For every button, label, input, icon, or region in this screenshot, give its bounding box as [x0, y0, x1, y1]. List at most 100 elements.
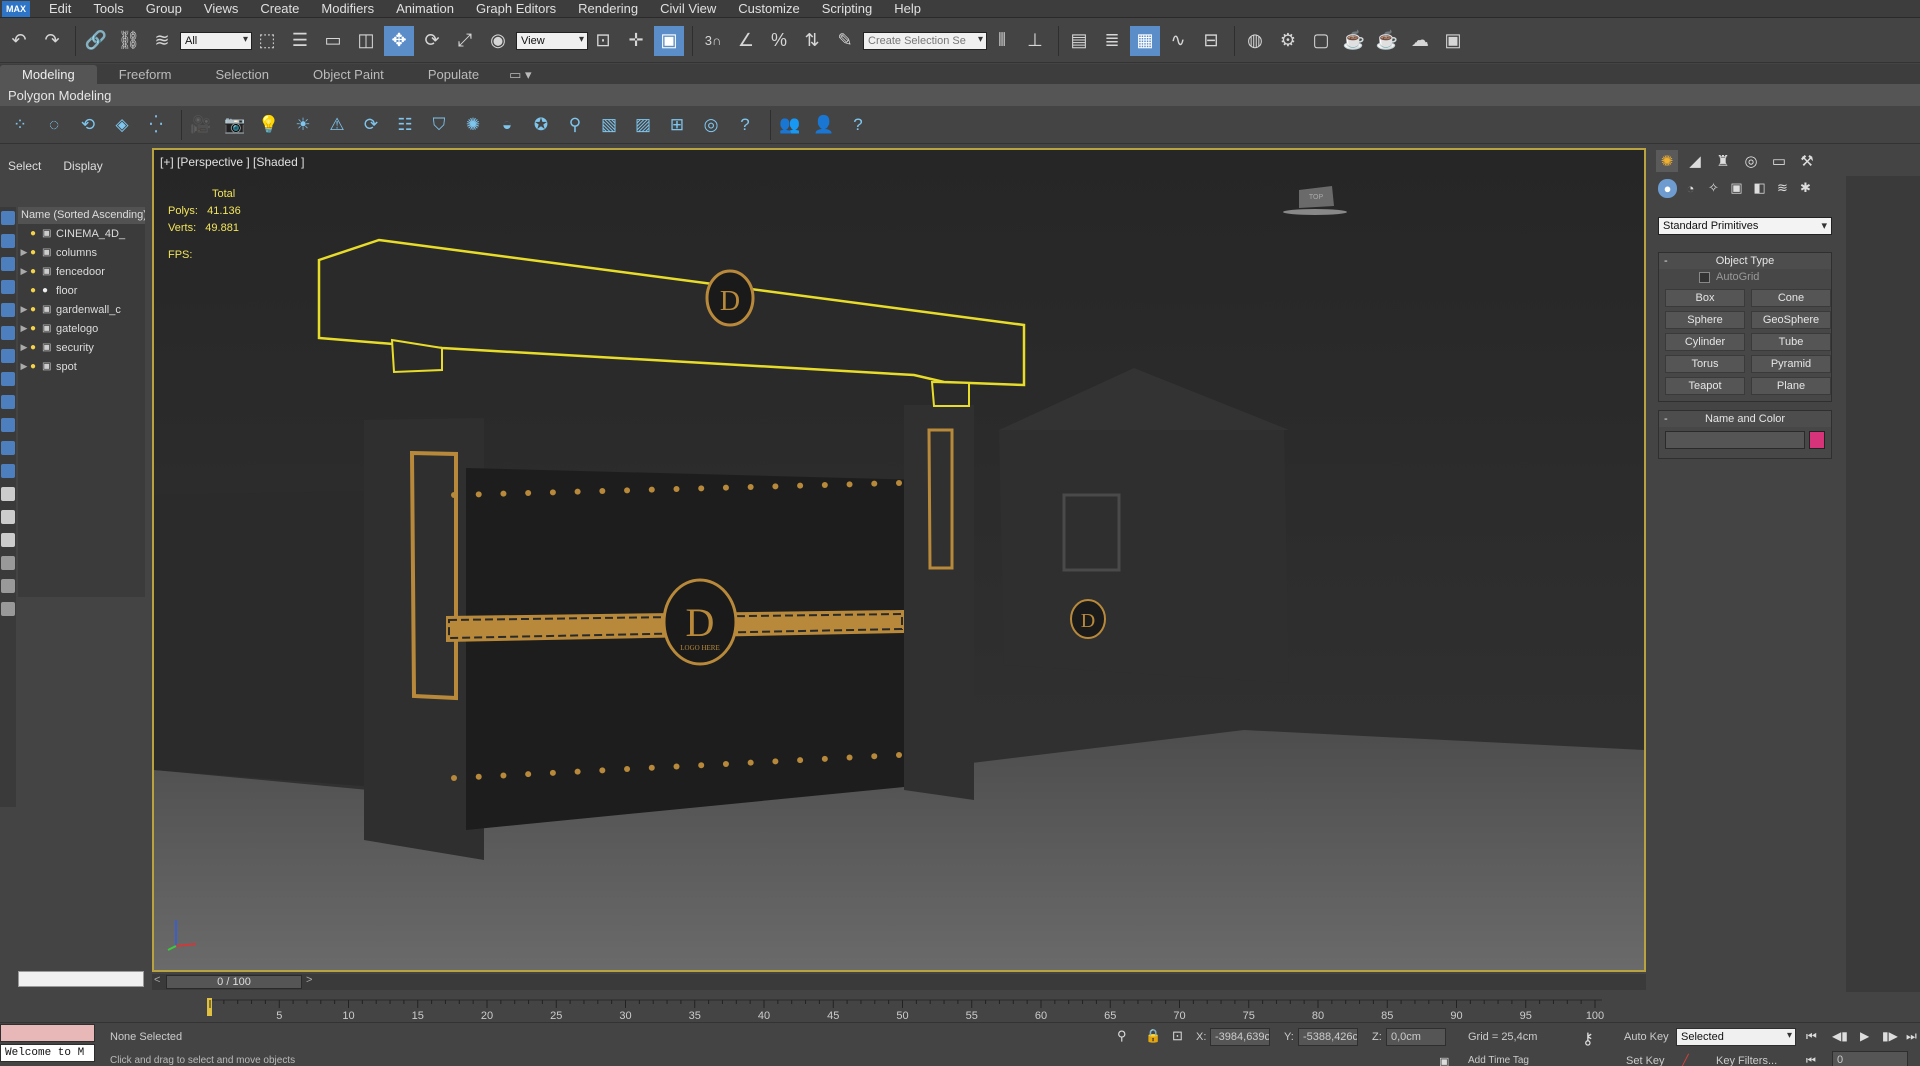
time-tag-icon[interactable]: ▣	[1439, 1055, 1449, 1066]
modify-tab-icon[interactable]: ◢	[1684, 150, 1706, 172]
filter-shapes-icon[interactable]	[1, 234, 15, 248]
paint-select-icon[interactable]: ◈	[108, 111, 136, 139]
display-tab-icon[interactable]: ▭	[1768, 150, 1790, 172]
spot-light-icon[interactable]: ⚠	[323, 111, 351, 139]
lasso-icon[interactable]: ⟲	[74, 111, 102, 139]
key-selection-dropdown[interactable]: Selected	[1676, 1028, 1796, 1046]
tab-freeform[interactable]: Freeform	[97, 65, 194, 84]
toggle-ribbon-icon[interactable]: ▦	[1130, 25, 1160, 56]
key-filters-button[interactable]: Key Filters...	[1716, 1055, 1777, 1066]
perspective-viewport[interactable]: D LOGO HERE D D TOP [+] [Perspective ] […	[152, 148, 1646, 972]
cameras-icon[interactable]: ▣	[1727, 179, 1746, 198]
material-editor-icon[interactable]: ◍	[1240, 26, 1270, 56]
explorer-tab-select[interactable]: Select	[8, 159, 41, 173]
utilities-tab-icon[interactable]: ⚒	[1796, 150, 1818, 172]
maxscript-listener-pink[interactable]	[0, 1024, 95, 1042]
toggle-scene-explorer-icon[interactable]: ▤	[1064, 26, 1094, 56]
time-slider-next-icon[interactable]: >	[306, 974, 312, 986]
cylinder-button[interactable]: Cylinder	[1665, 333, 1745, 351]
right-pillar[interactable]	[904, 405, 974, 800]
filter-cameras-icon[interactable]	[1, 280, 15, 294]
track-bar[interactable]: 5 10 15 20 25 30 35 40 45 50 55 60 65 70 75 80 85 90 95 100	[152, 992, 1646, 1022]
filter-space-warps-icon[interactable]	[1, 326, 15, 340]
object-type-rollout-title[interactable]: Object Type	[1659, 253, 1831, 269]
light-lister-icon[interactable]: ⚲	[561, 111, 589, 139]
align-icon[interactable]: ⊥	[1020, 26, 1050, 56]
menu-animation[interactable]: Animation	[385, 0, 465, 18]
sphere-button[interactable]: Sphere	[1665, 311, 1745, 329]
safe-frame-icon[interactable]: ▨	[629, 111, 657, 139]
auto-key-button[interactable]: Auto Key	[1624, 1031, 1669, 1043]
autogrid-checkbox[interactable]	[1699, 271, 1710, 283]
lights-icon[interactable]: ✧	[1704, 179, 1723, 198]
list-item[interactable]: ▶ ● ▣ spot	[18, 357, 145, 376]
expand-caret-icon[interactable]: ▶	[18, 323, 30, 334]
help-icon[interactable]: ?	[731, 111, 759, 139]
object-color-swatch[interactable]	[1809, 431, 1825, 449]
spinner-snap-icon[interactable]: ⇅	[797, 26, 827, 56]
redo-icon[interactable]: ↷	[37, 26, 67, 56]
snaps-toggle-icon[interactable]: 3 ∩	[698, 26, 728, 56]
selection-filter-dropdown[interactable]: All	[180, 31, 252, 50]
unlink-icon[interactable]: ⛓	[114, 26, 144, 56]
filter-xrefs-icon[interactable]	[1, 372, 15, 386]
filter-none-icon[interactable]	[1, 510, 15, 524]
funnel-icon[interactable]	[1, 556, 15, 570]
expand-caret-icon[interactable]: ▶	[18, 342, 30, 353]
name-and-color-rollout-title[interactable]: Name and Color	[1659, 411, 1831, 427]
explorer-tab-display[interactable]: Display	[63, 159, 102, 173]
light-bulb-icon[interactable]: ●	[30, 266, 42, 277]
filter-bones-icon[interactable]	[1, 395, 15, 409]
filter-helpers-icon[interactable]	[1, 303, 15, 317]
grid-icon[interactable]: ⊞	[663, 111, 691, 139]
x-coord-field[interactable]: -3984,639c	[1210, 1028, 1270, 1046]
object-name-field[interactable]	[1665, 431, 1805, 449]
torus-button[interactable]: Torus	[1665, 355, 1745, 373]
daylight-icon[interactable]: ✺	[459, 111, 487, 139]
menu-views[interactable]: Views	[193, 0, 249, 18]
schematic-view-icon[interactable]: ⊟	[1196, 26, 1226, 56]
expand-caret-icon[interactable]: ▶	[18, 266, 30, 277]
space-warps-icon[interactable]: ≋	[1773, 179, 1792, 198]
pivot-center-icon[interactable]: ⊡	[588, 26, 618, 56]
list-item[interactable]: ▶ ● ▣ gatelogo	[18, 319, 145, 338]
filter-all-icon[interactable]	[1, 487, 15, 501]
create-target-camera-icon[interactable]: 📷	[221, 111, 249, 139]
motion-tab-icon[interactable]: ◎	[1740, 150, 1762, 172]
light-bulb-icon[interactable]: ●	[30, 228, 42, 239]
y-coord-field[interactable]: -5388,426c	[1298, 1028, 1358, 1046]
hierarchy-tab-icon[interactable]: ♜	[1712, 150, 1734, 172]
next-frame-icon[interactable]: ▮▶	[1882, 1029, 1898, 1043]
select-manipulate-icon[interactable]: ✛	[621, 26, 651, 56]
isolate-selection-icon[interactable]: ⚲	[1117, 1028, 1127, 1044]
tab-selection[interactable]: Selection	[194, 65, 291, 84]
orbit-icon[interactable]: ◌	[40, 111, 68, 139]
list-item[interactable]: ● ● floor	[18, 281, 145, 300]
layer-selector[interactable]	[18, 971, 144, 987]
populate-crowd-icon[interactable]: 👥	[776, 111, 804, 139]
light-bulb-icon[interactable]: ●	[30, 323, 42, 334]
window-crossing-icon[interactable]: ◫	[351, 26, 381, 56]
geosphere-button[interactable]: GeoSphere	[1751, 311, 1831, 329]
autogrid-toggle[interactable]: AutoGrid	[1659, 269, 1831, 285]
polygon-modeling-label[interactable]: Polygon Modeling	[8, 88, 111, 103]
tab-populate[interactable]: Populate	[406, 65, 501, 84]
tube-button[interactable]: Tube	[1751, 333, 1831, 351]
create-tab-icon[interactable]: ✺	[1656, 150, 1678, 172]
render-setup-icon[interactable]: ⚙	[1273, 26, 1303, 56]
time-slider-prev-icon[interactable]: <	[154, 974, 160, 986]
go-to-end-icon[interactable]: ⏭	[1906, 1029, 1917, 1044]
menu-customize[interactable]: Customize	[727, 0, 810, 18]
previous-frame-icon[interactable]: ◀▮	[1832, 1029, 1848, 1043]
expand-caret-icon[interactable]: ▶	[18, 361, 30, 372]
edit-named-selection-icon[interactable]: ✎	[830, 26, 860, 56]
create-camera-icon[interactable]: 🎥	[187, 111, 215, 139]
menu-tools[interactable]: Tools	[82, 0, 134, 18]
add-time-tag[interactable]: Add Time Tag	[1468, 1055, 1529, 1066]
ribbon-options-icon[interactable]: ▭ ▾	[501, 65, 539, 84]
select-and-scale-icon[interactable]: ⤢	[450, 26, 480, 56]
systems-icon[interactable]: ✱	[1796, 179, 1815, 198]
time-slider-thumb[interactable]: 0 / 100	[166, 975, 302, 989]
set-key-button[interactable]: Set Key	[1626, 1055, 1665, 1066]
mirror-icon[interactable]: ⫴	[987, 26, 1017, 56]
